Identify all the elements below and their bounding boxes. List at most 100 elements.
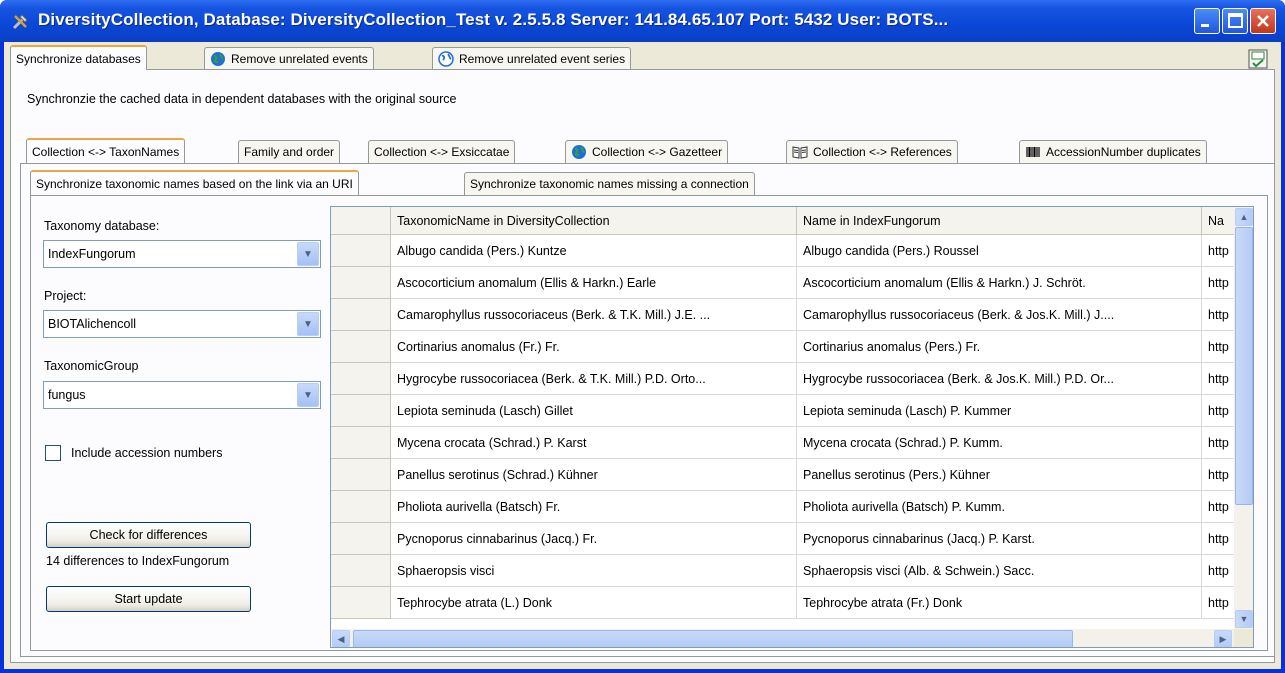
vertical-scrollbar[interactable]: ▲ ▼: [1234, 207, 1253, 629]
table-row[interactable]: Pycnoporus cinnabarinus (Jacq.) Fr. Pycno…: [331, 523, 1242, 555]
row-header[interactable]: [331, 587, 391, 619]
close-button[interactable]: [1250, 8, 1276, 34]
cell-indexfungorum-name[interactable]: Tephrocybe atrata (Fr.) Donk: [797, 587, 1202, 619]
table-row[interactable]: Cortinarius anomalus (Fr.) Fr. Cortinariu…: [331, 331, 1242, 363]
cell-indexfungorum-name[interactable]: Panellus serotinus (Pers.) Kühner: [797, 459, 1202, 491]
save-feedback-button[interactable]: [1248, 49, 1268, 69]
tab-collection-references[interactable]: Collection <-> References: [786, 140, 958, 163]
cell-collection-name[interactable]: Albugo candida (Pers.) Kuntze: [391, 235, 797, 267]
tab-label: Remove unrelated events: [231, 52, 368, 66]
horizontal-scroll-thumb[interactable]: [353, 630, 1073, 647]
row-header[interactable]: [331, 395, 391, 427]
row-header[interactable]: [331, 363, 391, 395]
tab-label: Family and order: [244, 145, 335, 159]
table-row[interactable]: Sphaeropsis visci Sphaeropsis visci (Alb.…: [331, 555, 1242, 587]
row-header[interactable]: [331, 491, 391, 523]
cell-collection-name[interactable]: Tephrocybe atrata (L.) Donk: [391, 587, 797, 619]
chevron-down-icon[interactable]: ▼: [297, 242, 319, 266]
table-row[interactable]: Pholiota aurivella (Batsch) Fr. Pholiota …: [331, 491, 1242, 523]
differences-grid[interactable]: TaxonomicName in DiversityCollection Nam…: [330, 206, 1254, 648]
tab-accessionnumber-duplicates[interactable]: AccessionNumber duplicates: [1019, 140, 1207, 163]
cell-collection-name[interactable]: Pycnoporus cinnabarinus (Jacq.) Fr.: [391, 523, 797, 555]
taxonomy-database-value: IndexFungorum: [48, 247, 136, 261]
tab-collection-gazetteer[interactable]: Collection <-> Gazetteer: [565, 140, 729, 163]
row-header[interactable]: [331, 299, 391, 331]
cell-indexfungorum-name[interactable]: Cortinarius anomalus (Pers.) Fr.: [797, 331, 1202, 363]
globe-icon: [211, 52, 225, 66]
table-row[interactable]: Hygrocybe russocoriacea (Berk. & T.K. Mi…: [331, 363, 1242, 395]
table-row[interactable]: Camarophyllus russocoriaceus (Berk. & T.…: [331, 299, 1242, 331]
start-update-button[interactable]: Start update: [46, 586, 251, 612]
globe-icon: [572, 145, 586, 159]
tab-remove-unrelated-event-series[interactable]: Remove unrelated event series: [432, 47, 632, 70]
table-row[interactable]: Tephrocybe atrata (L.) Donk Tephrocybe at…: [331, 587, 1242, 619]
cell-collection-name[interactable]: Hygrocybe russocoriacea (Berk. & T.K. Mi…: [391, 363, 797, 395]
scroll-corner: [1234, 629, 1253, 647]
column-header-indexfungorum-name[interactable]: Name in IndexFungorum: [797, 207, 1202, 235]
book-icon: [792, 146, 808, 159]
scroll-up-icon[interactable]: ▲: [1235, 208, 1253, 226]
title-bar[interactable]: DiversityCollection, Database: Diversity…: [0, 0, 1285, 42]
row-header[interactable]: [331, 523, 391, 555]
row-header[interactable]: [331, 427, 391, 459]
tab-collection-exsiccatae[interactable]: Collection <-> Exsiccatae: [368, 140, 516, 163]
cell-collection-name[interactable]: Lepiota seminuda (Lasch) Gillet: [391, 395, 797, 427]
chevron-down-icon[interactable]: ▼: [297, 312, 319, 336]
cell-indexfungorum-name[interactable]: Lepiota seminuda (Lasch) P. Kummer: [797, 395, 1202, 427]
table-row[interactable]: Mycena crocata (Schrad.) P. Karst Mycena …: [331, 427, 1242, 459]
minimize-button[interactable]: [1194, 8, 1220, 34]
cell-collection-name[interactable]: Camarophyllus russocoriaceus (Berk. & T.…: [391, 299, 797, 331]
tab-sync-missing-connection[interactable]: Synchronize taxonomic names missing a co…: [464, 172, 755, 195]
taxonomic-group-select[interactable]: fungus ▼: [43, 381, 321, 409]
tools-icon: [12, 14, 28, 30]
cell-indexfungorum-name[interactable]: Hygrocybe russocoriacea (Berk. & Jos.K. …: [797, 363, 1202, 395]
description-text: Synchronzie the cached data in dependent…: [27, 92, 457, 106]
cell-indexfungorum-name[interactable]: Mycena crocata (Schrad.) P. Kumm.: [797, 427, 1202, 459]
row-header[interactable]: [331, 555, 391, 587]
table-row[interactable]: Lepiota seminuda (Lasch) Gillet Lepiota s…: [331, 395, 1242, 427]
table-row[interactable]: Albugo candida (Pers.) Kuntze Albugo cand…: [331, 235, 1242, 267]
app-window: DiversityCollection, Database: Diversity…: [0, 0, 1285, 673]
cell-indexfungorum-name[interactable]: Sphaeropsis visci (Alb. & Schwein.) Sacc…: [797, 555, 1202, 587]
cell-collection-name[interactable]: Pholiota aurivella (Batsch) Fr.: [391, 491, 797, 523]
horizontal-scrollbar[interactable]: ◀ ▶: [331, 629, 1234, 647]
column-header-collection-name[interactable]: TaxonomicName in DiversityCollection: [391, 207, 797, 235]
cell-collection-name[interactable]: Cortinarius anomalus (Fr.) Fr.: [391, 331, 797, 363]
window-title: DiversityCollection, Database: Diversity…: [38, 10, 949, 29]
maximize-icon: [1228, 13, 1243, 28]
chevron-down-icon[interactable]: ▼: [297, 383, 319, 407]
row-header[interactable]: [331, 331, 391, 363]
tab-label: AccessionNumber duplicates: [1046, 145, 1201, 159]
tab-family-and-order[interactable]: Family and order: [238, 140, 341, 163]
table-row[interactable]: Panellus serotinus (Schrad.) Kühner Panel…: [331, 459, 1242, 491]
row-header[interactable]: [331, 235, 391, 267]
row-header[interactable]: [331, 459, 391, 491]
cell-indexfungorum-name[interactable]: Ascocorticium anomalum (Ellis & Harkn.) …: [797, 267, 1202, 299]
include-accession-checkbox[interactable]: [45, 445, 61, 461]
cell-indexfungorum-name[interactable]: Pycnoporus cinnabarinus (Jacq.) P. Karst…: [797, 523, 1202, 555]
taxonomy-database-select[interactable]: IndexFungorum ▼: [43, 240, 321, 268]
cell-collection-name[interactable]: Panellus serotinus (Schrad.) Kühner: [391, 459, 797, 491]
row-header-corner: [331, 207, 391, 235]
cell-indexfungorum-name[interactable]: Pholiota aurivella (Batsch) P. Kumm.: [797, 491, 1202, 523]
cell-indexfungorum-name[interactable]: Albugo candida (Pers.) Roussel: [797, 235, 1202, 267]
scroll-left-icon[interactable]: ◀: [332, 630, 350, 647]
row-header[interactable]: [331, 267, 391, 299]
cell-collection-name[interactable]: Sphaeropsis visci: [391, 555, 797, 587]
tab-remove-unrelated-events[interactable]: Remove unrelated events: [204, 47, 374, 70]
scroll-down-icon[interactable]: ▼: [1235, 610, 1253, 628]
tab-synchronize-databases[interactable]: Synchronize databases: [10, 45, 147, 70]
maximize-button[interactable]: [1222, 8, 1248, 34]
cell-collection-name[interactable]: Mycena crocata (Schrad.) P. Karst: [391, 427, 797, 459]
scroll-right-icon[interactable]: ▶: [1214, 630, 1232, 647]
tab-collection-taxonnames[interactable]: Collection <-> TaxonNames: [26, 138, 186, 163]
project-select[interactable]: BIOTAlichencoll ▼: [43, 310, 321, 338]
tab-sync-by-uri[interactable]: Synchronize taxonomic names based on the…: [30, 170, 359, 195]
cell-collection-name[interactable]: Ascocorticium anomalum (Ellis & Harkn.) …: [391, 267, 797, 299]
check-differences-button[interactable]: Check for differences: [46, 522, 251, 548]
table-row[interactable]: Ascocorticium anomalum (Ellis & Harkn.) …: [331, 267, 1242, 299]
project-label: Project:: [44, 289, 87, 303]
cell-indexfungorum-name[interactable]: Camarophyllus russocoriaceus (Berk. & Jo…: [797, 299, 1202, 331]
tab-label: Remove unrelated event series: [459, 52, 626, 66]
vertical-scroll-thumb[interactable]: [1235, 227, 1253, 505]
